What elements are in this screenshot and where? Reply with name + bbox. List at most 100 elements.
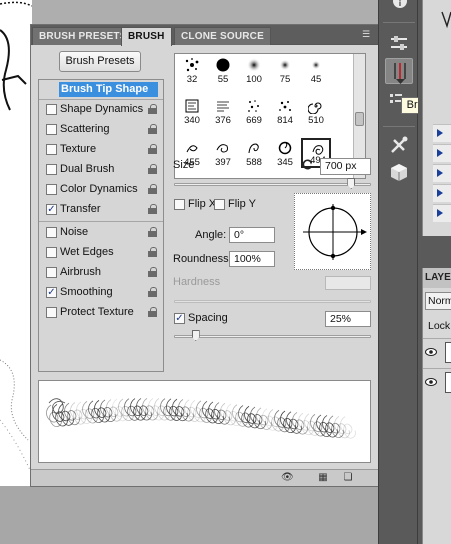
lock-icon[interactable]: [148, 184, 157, 195]
brush-panel-button[interactable]: [385, 58, 413, 84]
spacing-slider[interactable]: [174, 335, 371, 338]
size-slider[interactable]: [174, 183, 371, 186]
lock-icon[interactable]: [148, 164, 157, 175]
size-input[interactable]: 700 px: [320, 158, 371, 175]
blend-mode-select[interactable]: Norma: [425, 292, 451, 310]
document-canvas[interactable]: [0, 0, 32, 490]
lock-icon[interactable]: [148, 124, 157, 135]
tab-brush-presets[interactable]: BRUSH PRESETS: [32, 27, 134, 45]
layer-row[interactable]: [423, 338, 451, 366]
right-panel-dock: LAYER Norma Lock:: [418, 0, 451, 544]
divider: [383, 22, 415, 23]
size-slider-thumb[interactable]: [347, 178, 356, 189]
checkbox[interactable]: [46, 267, 57, 278]
stroke-preview-graphic: [46, 398, 356, 439]
grid-icon[interactable]: ▦: [317, 472, 329, 484]
spacing-slider-thumb[interactable]: [191, 330, 200, 341]
brush-tip[interactable]: 45: [301, 55, 331, 85]
lock-icon[interactable]: [148, 267, 157, 278]
spacing-checkbox[interactable]: ✓: [174, 313, 185, 324]
brush-presets-button[interactable]: Brush Presets: [59, 51, 141, 72]
new-preset-icon[interactable]: ❏: [342, 472, 354, 484]
lock-icon[interactable]: [148, 247, 157, 258]
brush-tip[interactable]: 669: [239, 96, 269, 126]
navigator-panel: [422, 0, 451, 236]
option-noise[interactable]: Noise: [39, 224, 163, 242]
toggle-preview-icon[interactable]: 👁: [281, 472, 294, 484]
info-icon[interactable]: i: [391, 0, 409, 10]
checkbox[interactable]: [46, 144, 57, 155]
scrollbar-thumb[interactable]: [355, 112, 364, 126]
lock-icon[interactable]: [148, 227, 157, 238]
layer-row[interactable]: [423, 368, 451, 396]
option-protect-texture[interactable]: Protect Texture: [39, 304, 163, 322]
brush-tip[interactable]: 32: [177, 55, 207, 85]
checkbox[interactable]: [46, 184, 57, 195]
flip-y-checkbox[interactable]: [214, 199, 225, 210]
brush-size-label: 376: [215, 115, 231, 126]
brush-tip[interactable]: 376: [208, 96, 238, 126]
angle-roundness-preview[interactable]: [294, 193, 371, 270]
option-color-dynamics[interactable]: Color Dynamics: [39, 181, 163, 199]
option-label: Color Dynamics: [60, 183, 138, 195]
brush-tip[interactable]: 75: [270, 55, 300, 85]
lock-icon[interactable]: [148, 287, 157, 298]
option-airbrush[interactable]: Airbrush: [39, 264, 163, 282]
angle-input[interactable]: 0°: [229, 227, 275, 243]
panel-row[interactable]: [433, 164, 451, 182]
eye-icon[interactable]: [425, 348, 437, 356]
checkbox[interactable]: [46, 247, 57, 258]
option-smoothing[interactable]: ✓ Smoothing: [39, 284, 163, 302]
adjustments-button[interactable]: [385, 30, 413, 56]
clone-source-button[interactable]: [385, 132, 413, 158]
option-label: Dual Brush: [60, 163, 115, 175]
brush-tip[interactable]: 510: [301, 96, 331, 126]
option-transfer[interactable]: ✓ Transfer: [39, 201, 163, 219]
brush-tip[interactable]: 814: [270, 96, 300, 126]
swirl-brush-icon: [248, 143, 259, 154]
lock-icon[interactable]: [148, 104, 157, 115]
eye-icon[interactable]: [425, 378, 437, 386]
checkbox[interactable]: [46, 307, 57, 318]
brush-tip[interactable]: 100: [239, 55, 269, 85]
size-label: Size: [173, 159, 195, 171]
checkbox[interactable]: [46, 124, 57, 135]
flip-x-label: Flip X: [188, 198, 217, 210]
checkbox-checked[interactable]: ✓: [46, 287, 57, 298]
soft-round-brush-icon: [279, 59, 291, 71]
checkbox[interactable]: [46, 104, 57, 115]
panel-row[interactable]: [433, 144, 451, 162]
tab-layers[interactable]: LAYER: [423, 268, 451, 288]
tab-brush[interactable]: BRUSH: [121, 27, 172, 46]
panel-row[interactable]: [433, 124, 451, 142]
option-wet-edges[interactable]: Wet Edges: [39, 244, 163, 262]
brush-tip[interactable]: 55: [208, 55, 238, 85]
panel-row[interactable]: [433, 184, 451, 202]
panel-row[interactable]: [433, 204, 451, 222]
flip-y-label: Flip Y: [228, 198, 256, 210]
checkbox[interactable]: [46, 227, 57, 238]
layer-comps-button[interactable]: [385, 160, 413, 186]
brush-tip[interactable]: 397: [208, 138, 238, 168]
option-dual-brush[interactable]: Dual Brush: [39, 161, 163, 179]
checkbox-checked[interactable]: ✓: [46, 204, 57, 215]
lock-icon[interactable]: [148, 144, 157, 155]
reset-size-icon[interactable]: [301, 158, 314, 171]
tab-clone-source[interactable]: CLONE SOURCE: [174, 27, 271, 45]
option-texture[interactable]: Texture: [39, 141, 163, 159]
checkbox[interactable]: [46, 164, 57, 175]
option-shape-dynamics[interactable]: Shape Dynamics: [39, 101, 163, 119]
panel-menu-icon[interactable]: ☰: [360, 28, 372, 40]
spacing-input[interactable]: 25%: [325, 311, 371, 327]
lock-icon[interactable]: [148, 307, 157, 318]
brush-tip[interactable]: 588: [239, 138, 269, 168]
panel-bottom-bar: 👁 ▦ ❏: [31, 469, 378, 486]
angle-label: Angle:: [195, 229, 227, 241]
option-brush-tip-shape[interactable]: Brush Tip Shape: [39, 81, 163, 99]
brush-tip[interactable]: 340: [177, 96, 207, 126]
lock-icon[interactable]: [148, 204, 157, 215]
roundness-input[interactable]: 100%: [229, 251, 275, 267]
option-scattering[interactable]: Scattering: [39, 121, 163, 139]
flip-x-checkbox[interactable]: [174, 199, 185, 210]
brush-tip[interactable]: 345: [270, 138, 300, 168]
